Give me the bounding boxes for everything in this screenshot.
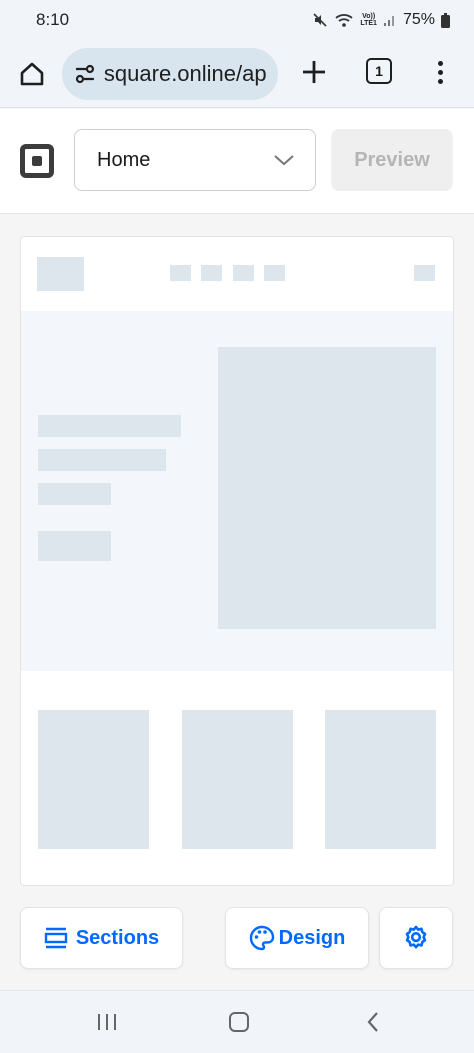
system-home-icon: [229, 1012, 249, 1032]
square-logo-icon[interactable]: [20, 144, 54, 178]
back-icon: [367, 1012, 378, 1032]
mute-icon: [312, 12, 328, 28]
volte-bottom-label: LTE1: [360, 20, 377, 27]
placeholder-nav-item: [170, 265, 191, 281]
sections-label: Sections: [75, 926, 160, 949]
placeholder-hero-text-line: [38, 449, 166, 471]
placeholder-cart: [414, 265, 435, 281]
status-bar: 8:10 Vo)) LTE1 75%: [0, 0, 474, 40]
tab-count: 1: [375, 63, 383, 79]
gear-icon: [405, 925, 427, 949]
home-button[interactable]: [14, 56, 50, 92]
more-menu-button[interactable]: [430, 56, 450, 88]
page-select-dropdown[interactable]: Home: [74, 129, 316, 191]
editor-header: Home Preview: [0, 109, 474, 214]
browser-toolbar: square.online/ap 1: [0, 40, 474, 108]
placeholder-nav-item: [264, 265, 285, 281]
placeholder-product-card: [325, 710, 436, 849]
design-button[interactable]: Design: [225, 907, 369, 969]
plus-icon: [303, 61, 325, 83]
placeholder-hero-text-line: [38, 415, 181, 437]
settings-button[interactable]: [379, 907, 453, 969]
system-home-button[interactable]: [224, 1009, 254, 1035]
placeholder-nav-item: [201, 265, 222, 281]
placeholder-nav-item: [233, 265, 254, 281]
page-select-value: Home: [97, 148, 151, 171]
address-bar[interactable]: square.online/ap: [62, 47, 278, 100]
palette-icon: [249, 925, 274, 951]
status-icons: Vo)) LTE1 75%: [312, 11, 450, 29]
preview-label: Preview: [354, 148, 430, 171]
preview-button[interactable]: Preview: [331, 129, 453, 191]
more-icon-dot: [437, 69, 443, 75]
battery-icon: [441, 12, 450, 28]
tabs-button[interactable]: 1: [366, 58, 392, 84]
volte-top-label: Vo)): [362, 13, 376, 20]
placeholder-logo: [37, 257, 84, 291]
url-text[interactable]: square.online/ap: [104, 61, 266, 87]
placeholder-hero-image: [218, 347, 436, 629]
system-navigation-bar: [0, 990, 474, 1053]
chevron-down-icon: [274, 155, 294, 166]
placeholder-product-card: [38, 710, 149, 849]
home-icon: [20, 62, 44, 85]
volte-indicator: Vo)) LTE1: [360, 13, 377, 27]
status-time: 8:10: [36, 10, 70, 29]
site-settings-icon[interactable]: [74, 63, 96, 85]
placeholder-hero-section: [21, 311, 453, 671]
design-label: Design: [278, 926, 346, 949]
placeholder-hero-button: [38, 531, 111, 561]
sections-button[interactable]: Sections: [20, 907, 183, 969]
sections-icon: [44, 927, 68, 949]
site-preview-canvas[interactable]: [20, 236, 454, 886]
more-icon-dot: [437, 60, 443, 66]
recent-apps-button[interactable]: [92, 1009, 122, 1035]
signal-icon: [383, 13, 397, 27]
recent-apps-icon: [98, 1014, 116, 1030]
battery-text: 75%: [402, 11, 435, 28]
placeholder-product-card: [182, 710, 293, 849]
back-button[interactable]: [358, 1009, 388, 1035]
placeholder-hero-text-line: [38, 483, 111, 505]
new-tab-button[interactable]: [298, 56, 330, 88]
more-icon-dot: [437, 78, 443, 84]
wifi-icon: [334, 12, 354, 28]
